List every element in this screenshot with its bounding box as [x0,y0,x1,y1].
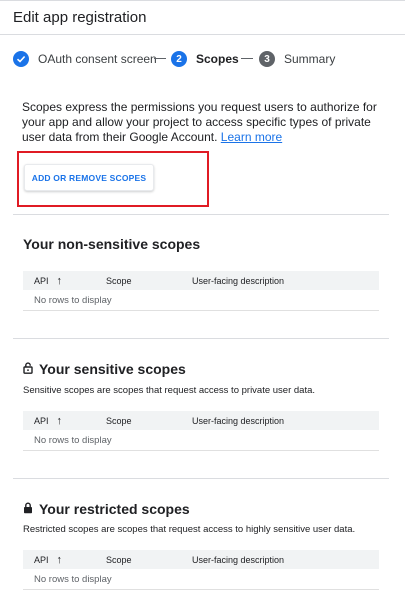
restricted-scopes-table: API ↑ Scope User-facing description No r… [23,550,379,590]
non-sensitive-section-title: Your non-sensitive scopes [23,236,200,252]
step-oauth-consent[interactable]: OAuth consent screen [13,49,157,69]
lock-open-icon [23,361,33,377]
divider [13,338,389,339]
page-title: Edit app registration [13,9,147,26]
column-header-description: User-facing description [192,415,285,426]
learn-more-link[interactable]: Learn more [221,130,282,144]
column-label: API [34,415,49,426]
table-header: API ↑ Scope User-facing description [23,411,379,430]
check-icon [13,51,29,67]
empty-table-message: No rows to display [23,569,379,590]
restricted-section-title: Your restricted scopes [23,501,190,517]
step-number: 3 [259,51,275,67]
column-header-scope: Scope [106,275,132,286]
table-header: API ↑ Scope User-facing description [23,550,379,569]
column-header-api[interactable]: API ↑ [34,415,62,427]
section-title-text: Your restricted scopes [39,501,190,517]
step-label: Scopes [196,52,239,66]
empty-table-message: No rows to display [23,290,379,311]
divider [13,478,389,479]
column-header-description: User-facing description [192,275,285,286]
sensitive-section-description: Sensitive scopes are scopes that request… [23,385,316,396]
non-sensitive-scopes-table: API ↑ Scope User-facing description No r… [23,271,379,311]
restricted-section-description: Restricted scopes are scopes that reques… [23,524,356,535]
column-header-api[interactable]: API ↑ [34,275,62,287]
arrow-up-icon: ↑ [56,274,63,287]
section-title-text: Your sensitive scopes [39,361,186,377]
arrow-up-icon: ↑ [56,414,63,427]
empty-table-message: No rows to display [23,430,379,451]
column-label: API [34,554,49,565]
sensitive-section-title: Your sensitive scopes [23,361,186,377]
arrow-up-icon: ↑ [56,553,63,566]
column-header-scope: Scope [106,554,132,565]
column-header-scope: Scope [106,415,132,426]
lock-icon [23,501,33,517]
column-label: API [34,275,49,286]
step-summary[interactable]: 3 Summary [259,49,335,69]
intro-text: Scopes express the permissions you reque… [22,100,377,144]
column-header-description: User-facing description [192,554,285,565]
step-connector [241,58,253,59]
step-label: OAuth consent screen [38,52,157,66]
step-label: Summary [284,52,336,66]
section-title-text: Your non-sensitive scopes [23,236,201,252]
intro-paragraph: Scopes express the permissions you reque… [22,100,382,145]
step-number: 2 [171,51,187,67]
sensitive-scopes-table: API ↑ Scope User-facing description No r… [23,411,379,451]
add-or-remove-scopes-button[interactable]: ADD OR REMOVE SCOPES [24,164,154,191]
step-connector [154,58,166,59]
step-scopes[interactable]: 2 Scopes [171,49,239,69]
title-bar: Edit app registration [0,1,405,35]
stepper: OAuth consent screen 2 Scopes 3 Summary [13,49,403,69]
table-header: API ↑ Scope User-facing description [23,271,379,290]
column-header-api[interactable]: API ↑ [34,554,62,566]
divider [13,214,389,215]
